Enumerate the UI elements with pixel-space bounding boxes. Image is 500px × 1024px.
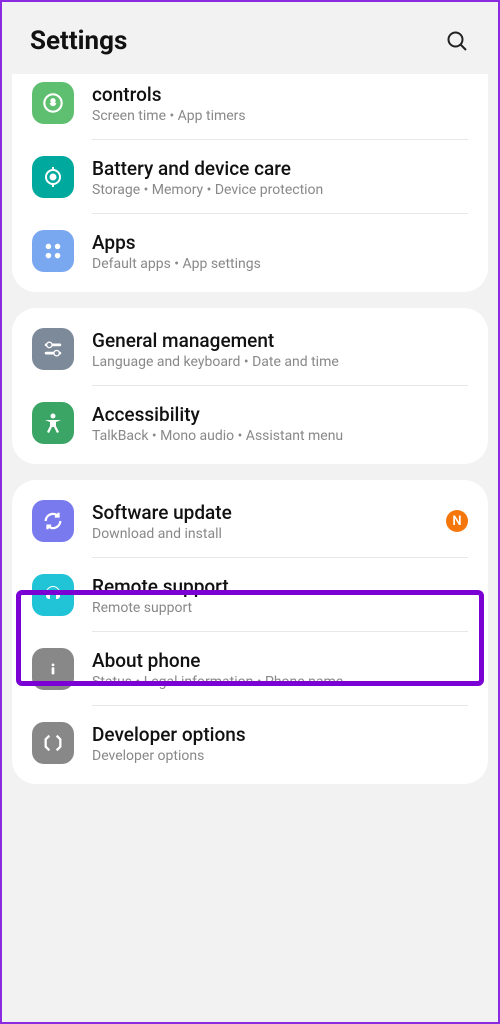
settings-group: General management Language and keyboard… <box>12 308 488 464</box>
item-subtitle: TalkBack • Mono audio • Assistant menu <box>92 428 468 444</box>
item-title: General management <box>92 329 468 352</box>
item-subtitle: Language and keyboard • Date and time <box>92 354 468 370</box>
about-phone-icon <box>32 648 74 690</box>
item-title: Apps <box>92 231 468 254</box>
general-icon <box>32 328 74 370</box>
settings-item-software-update[interactable]: Software update Download and install N <box>12 484 488 558</box>
remote-support-icon <box>32 574 74 616</box>
settings-item-controls[interactable]: controls Screen time • App timers <box>12 78 488 140</box>
item-title: Software update <box>92 501 446 524</box>
item-subtitle: Download and install <box>92 526 446 542</box>
wellbeing-icon <box>32 82 74 124</box>
developer-icon <box>32 722 74 764</box>
settings-item-developer-options[interactable]: Developer options Developer options <box>12 706 488 780</box>
search-icon <box>445 29 469 53</box>
apps-icon <box>32 230 74 272</box>
settings-item-apps[interactable]: Apps Default apps • App settings <box>12 214 488 288</box>
item-title: Developer options <box>92 723 468 746</box>
settings-item-general[interactable]: General management Language and keyboard… <box>12 312 488 386</box>
item-title: controls <box>92 83 468 106</box>
page-title: Settings <box>30 26 127 56</box>
item-title: Remote support <box>92 575 468 598</box>
settings-item-battery[interactable]: Battery and device care Storage • Memory… <box>12 140 488 214</box>
item-subtitle: Remote support <box>92 600 468 616</box>
accessibility-icon <box>32 402 74 444</box>
battery-care-icon <box>32 156 74 198</box>
settings-item-remote-support[interactable]: Remote support Remote support <box>12 558 488 632</box>
settings-item-accessibility[interactable]: Accessibility TalkBack • Mono audio • As… <box>12 386 488 460</box>
item-subtitle: Status • Legal information • Phone name <box>92 674 468 690</box>
item-title: Accessibility <box>92 403 468 426</box>
search-button[interactable] <box>444 28 470 54</box>
notification-badge: N <box>446 510 468 532</box>
item-subtitle: Storage • Memory • Device protection <box>92 182 468 198</box>
software-update-icon <box>32 500 74 542</box>
header: Settings <box>2 2 498 74</box>
settings-item-about-phone[interactable]: About phone Status • Legal information •… <box>12 632 488 706</box>
item-subtitle: Developer options <box>92 748 468 764</box>
settings-group: controls Screen time • App timers Batter… <box>12 74 488 292</box>
item-subtitle: Screen time • App timers <box>92 108 468 124</box>
item-title: Battery and device care <box>92 157 468 180</box>
item-title: About phone <box>92 649 468 672</box>
item-subtitle: Default apps • App settings <box>92 256 468 272</box>
settings-group: Software update Download and install N R… <box>12 480 488 784</box>
